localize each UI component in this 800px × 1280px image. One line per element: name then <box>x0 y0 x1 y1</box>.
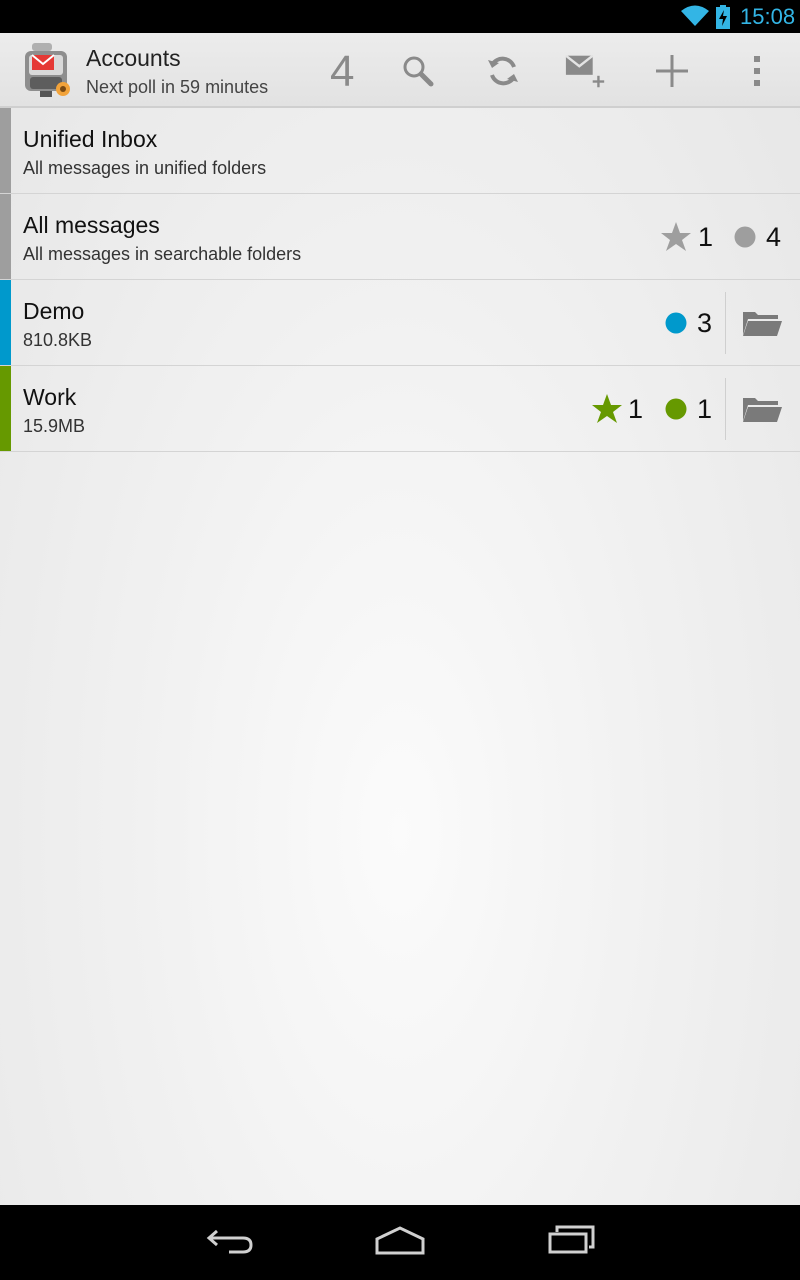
starred-count[interactable]: 1 <box>628 394 643 425</box>
folder-icon <box>743 312 782 336</box>
starred-count[interactable]: 1 <box>698 222 713 253</box>
battery-charging-icon <box>715 5 731 34</box>
account-description: 15.9MB <box>23 416 86 436</box>
account-name: Demo <box>23 298 85 324</box>
search-icon <box>403 56 434 87</box>
account-row-demo[interactable]: Demo 810.8KB 3 <box>0 280 800 366</box>
unread-dot-icon <box>734 226 756 253</box>
navigation-bar <box>0 1205 800 1280</box>
account-color-stripe <box>0 280 11 365</box>
account-row-work[interactable]: Work 15.9MB 1 1 <box>0 366 800 452</box>
clock: 15:08 <box>740 4 796 29</box>
divider <box>725 378 726 440</box>
add-icon <box>656 55 688 87</box>
folder-button[interactable] <box>742 394 782 429</box>
page-title: Accounts <box>86 45 181 71</box>
account-color-stripe <box>0 194 11 279</box>
unread-count[interactable]: 3 <box>697 308 712 339</box>
refresh-icon <box>488 56 518 86</box>
account-row-unified-inbox[interactable]: Unified Inbox All messages in unified fo… <box>0 108 800 194</box>
folder-icon <box>743 398 782 422</box>
account-description: All messages in searchable folders <box>23 244 302 264</box>
add-account-button[interactable] <box>650 49 694 93</box>
recent-apps-icon <box>548 1225 595 1254</box>
action-bar: Accounts Next poll in 59 minutes 4 <box>0 33 800 108</box>
star-icon <box>591 393 623 430</box>
total-unread-count: 4 <box>330 47 355 96</box>
search-button[interactable] <box>396 49 440 93</box>
refresh-button[interactable] <box>481 49 525 93</box>
back-icon <box>206 1229 253 1254</box>
account-color-stripe <box>0 366 11 451</box>
account-row-all-messages[interactable]: All messages All messages in searchable … <box>0 194 800 280</box>
account-description: All messages in unified folders <box>23 158 267 178</box>
app-logo-icon[interactable] <box>22 41 74 99</box>
compose-icon <box>565 54 605 88</box>
unread-dot-icon <box>665 398 687 425</box>
divider <box>725 292 726 354</box>
account-name: All messages <box>23 212 160 238</box>
unread-count[interactable]: 1 <box>697 394 712 425</box>
status-bar: 15:08 <box>0 0 800 33</box>
overflow-menu-button[interactable] <box>735 49 779 93</box>
poll-status: Next poll in 59 minutes <box>86 77 269 97</box>
account-name: Work <box>23 384 77 410</box>
star-icon <box>660 221 692 258</box>
account-description: 810.8KB <box>23 330 93 350</box>
wifi-icon <box>680 4 710 33</box>
account-color-stripe <box>0 108 11 193</box>
account-name: Unified Inbox <box>23 126 158 152</box>
recent-apps-button[interactable] <box>547 1225 597 1260</box>
unread-count[interactable]: 4 <box>766 222 781 253</box>
overflow-menu-icon <box>754 56 760 86</box>
unread-dot-icon <box>665 312 687 339</box>
back-button[interactable] <box>205 1225 255 1260</box>
compose-button[interactable] <box>564 49 608 93</box>
home-icon <box>375 1226 425 1255</box>
home-button[interactable] <box>374 1225 426 1260</box>
folder-button[interactable] <box>742 308 782 343</box>
